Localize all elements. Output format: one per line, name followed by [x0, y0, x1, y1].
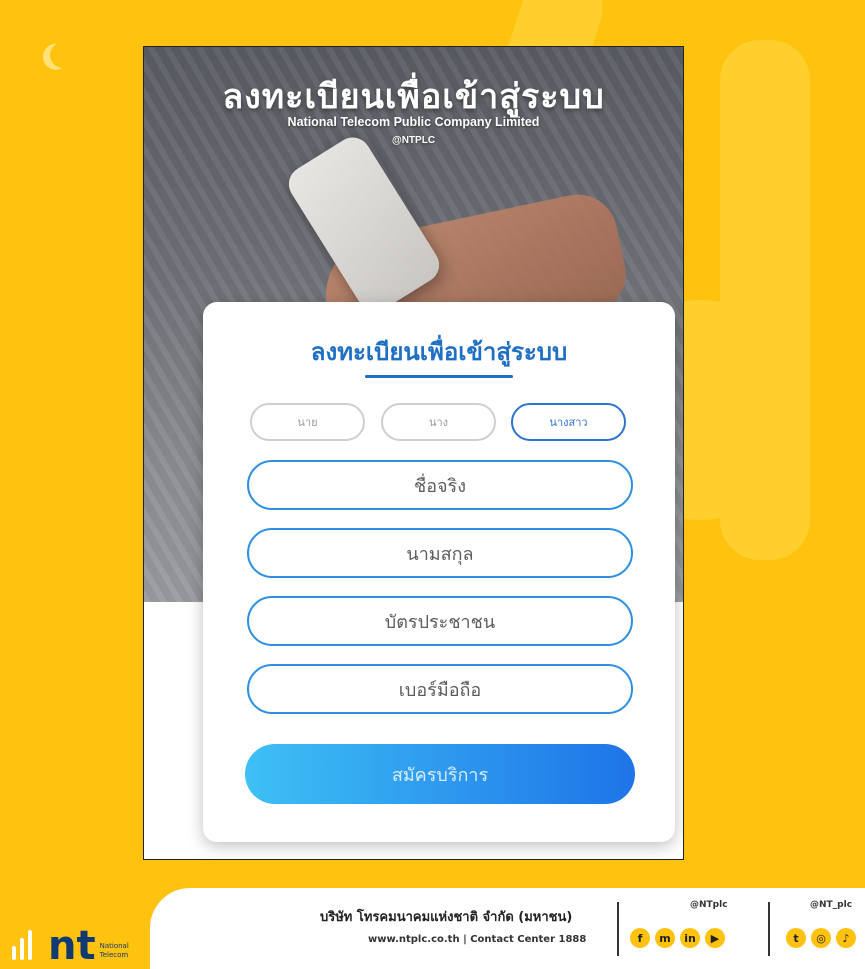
- social-handle: @NT_plc: [810, 900, 853, 910]
- social-handle: @NTplc: [690, 900, 728, 910]
- logo-subtext: National Telecom: [100, 942, 129, 960]
- id-card-placeholder: บัตรประชาชน: [384, 611, 496, 633]
- footer: nt National Telecom บริษัท โทรคมนาคมแห่ง…: [0, 878, 865, 969]
- first-name-placeholder: ชื่อจริง: [413, 475, 467, 497]
- mobile-number-placeholder: เบอร์มือถือ: [398, 679, 482, 701]
- instagram-icon[interactable]: ◎: [811, 928, 831, 948]
- footer-divider: [768, 902, 770, 956]
- company-website-contact: www.ntplc.co.th | Contact Center 1888: [368, 934, 586, 945]
- messenger-icon[interactable]: m: [655, 928, 675, 948]
- title-underline: [365, 375, 513, 378]
- tiktok-icon[interactable]: ♪: [836, 928, 856, 948]
- contact-center: Contact Center 1888: [470, 934, 587, 945]
- logo-subtext-line: National: [99, 942, 129, 950]
- register-button-label: สมัครบริการ: [391, 764, 489, 786]
- logo-signal-icon: [8, 926, 48, 966]
- register-button[interactable]: สมัครบริการ: [245, 744, 635, 804]
- last-name-field[interactable]: นามสกุล: [247, 528, 633, 578]
- youtube-icon[interactable]: ▶: [705, 928, 725, 948]
- registration-form: ลงทะเบียนเพื่อเข้าสู่ระบบ นาย นาง นางสาว…: [203, 302, 675, 842]
- company-name-thai: บริษัท โทรคมนาคมแห่งชาติ จำกัด (มหาชน): [320, 910, 573, 925]
- title-option-miss[interactable]: นางสาว: [511, 403, 626, 441]
- website-link[interactable]: www.ntplc.co.th: [368, 934, 460, 945]
- footer-divider: [617, 902, 619, 956]
- twitter-icon[interactable]: t: [786, 928, 806, 948]
- hero-handle: @NTPLC: [391, 135, 436, 146]
- title-option-label: นางสาว: [549, 416, 588, 429]
- form-title: ลงทะเบียนเพื่อเข้าสู่ระบบ: [310, 338, 568, 366]
- title-option-label: นาง: [428, 416, 449, 429]
- id-card-field[interactable]: บัตรประชาชน: [247, 596, 633, 646]
- last-name-placeholder: นามสกุล: [406, 543, 474, 565]
- moon-icon: [46, 38, 79, 71]
- nt-logo: nt National Telecom: [8, 900, 146, 966]
- title-option-mrs[interactable]: นาง: [381, 403, 496, 441]
- title-option-label: นาย: [297, 416, 318, 429]
- hero-company-name: National Telecom Public Company Limited: [287, 115, 540, 129]
- footer-info-panel: บริษัท โทรคมนาคมแห่งชาติ จำกัด (มหาชน) w…: [150, 888, 865, 969]
- title-option-mr[interactable]: นาย: [250, 403, 365, 441]
- facebook-icon[interactable]: f: [630, 928, 650, 948]
- mobile-number-field[interactable]: เบอร์มือถือ: [247, 664, 633, 714]
- logo-text: nt: [48, 923, 96, 969]
- linkedin-icon[interactable]: in: [680, 928, 700, 948]
- registration-poster: ลงทะเบียนเพื่อเข้าสู่ระบบ National Telec…: [143, 46, 684, 860]
- logo-subtext-line: Telecom: [99, 951, 129, 959]
- first-name-field[interactable]: ชื่อจริง: [247, 460, 633, 510]
